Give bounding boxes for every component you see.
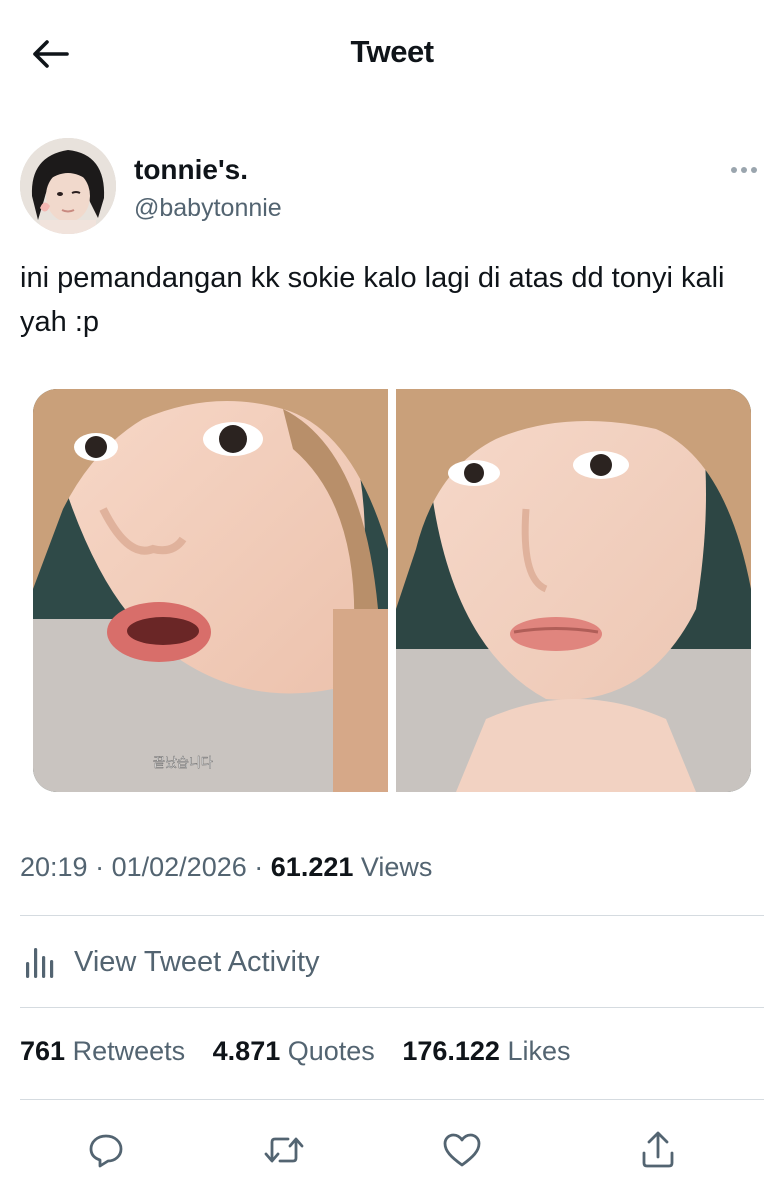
user-handle[interactable]: @babytonnie [134, 194, 282, 223]
photo-image [396, 389, 751, 792]
retweets-label: Retweets [72, 1036, 186, 1066]
tweet-meta: 20:19 · 01/02/2026 · 61.221 Views [20, 852, 433, 882]
quotes-count: 4.871 [212, 1036, 281, 1066]
retweet-icon [264, 1137, 304, 1163]
retweets-stat[interactable]: 761 Retweets [20, 1036, 185, 1067]
avatar[interactable] [20, 138, 116, 234]
top-bar: Tweet [0, 0, 784, 106]
tweet-author: tonnie's. @babytonnie [20, 138, 764, 238]
more-dots-icon [731, 167, 737, 173]
reply-button[interactable] [82, 1126, 130, 1174]
more-dots-icon [751, 167, 757, 173]
divider [20, 1099, 764, 1100]
page-title: Tweet [350, 34, 434, 69]
tweet-media: 끝났습니다 [33, 389, 751, 792]
likes-label: Likes [507, 1036, 571, 1066]
retweets-count: 761 [20, 1036, 66, 1066]
action-bar [20, 1112, 764, 1186]
likes-stat[interactable]: 176.122 Likes [402, 1036, 570, 1067]
tweet-photo-2[interactable] [396, 389, 751, 792]
tweet-date[interactable]: 01/02/2026 [112, 852, 247, 882]
views-count: 61.221 [270, 852, 354, 882]
tweet-time[interactable]: 20:19 [20, 852, 88, 882]
tweet-photo-1[interactable]: 끝났습니다 [33, 389, 388, 792]
retweet-button[interactable] [260, 1126, 308, 1174]
divider [20, 1007, 764, 1008]
view-tweet-activity-button[interactable]: View Tweet Activity [20, 932, 320, 992]
quotes-stat[interactable]: 4.871 Quotes [213, 1036, 375, 1067]
display-name[interactable]: tonnie's. [134, 154, 248, 186]
media-caption: 끝났습니다 [153, 756, 213, 771]
bar-chart-icon [26, 948, 54, 978]
share-button[interactable] [634, 1126, 682, 1174]
like-icon [443, 1133, 481, 1167]
views-label: Views [360, 852, 433, 882]
divider [20, 915, 764, 916]
share-icon [642, 1131, 674, 1168]
likes-count: 176.122 [402, 1036, 500, 1066]
photo-image: 끝났습니다 [33, 389, 388, 792]
activity-label: View Tweet Activity [74, 945, 320, 978]
quotes-label: Quotes [287, 1036, 375, 1066]
more-options-button[interactable] [724, 160, 764, 180]
more-dots-icon [741, 167, 747, 173]
reply-icon [89, 1134, 123, 1168]
tweet-stats: 761 Retweets 4.871 Quotes 176.122 Likes [20, 1036, 590, 1067]
like-button[interactable] [438, 1126, 486, 1174]
tweet-text: ini pemandangan kk sokie kalo lagi di at… [20, 262, 725, 338]
avatar-image [20, 138, 116, 234]
